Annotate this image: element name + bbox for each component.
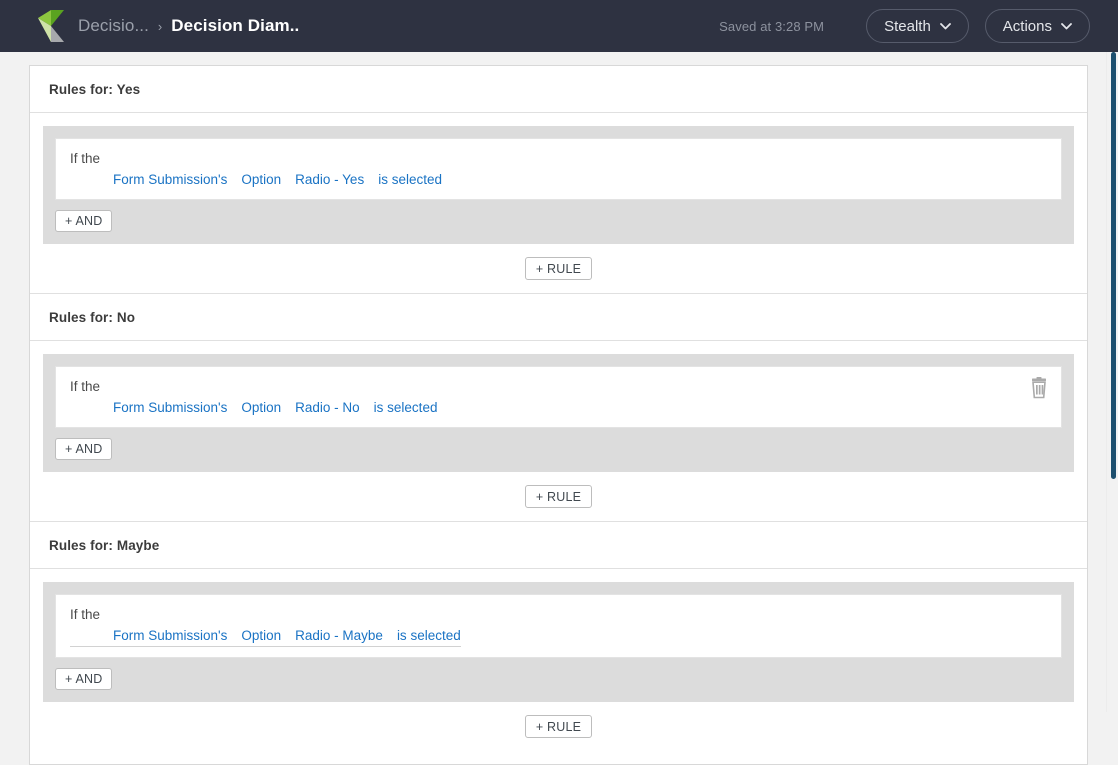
breadcrumb-current-page: Decision Diam..: [171, 16, 300, 35]
top-bar: Decisio... › Decision Diam.. Saved at 3:…: [0, 0, 1118, 52]
rules-section-no: Rules for: No If the Form Submission's Op…: [30, 293, 1087, 521]
condition-entity-link[interactable]: Form Submission's: [113, 628, 227, 643]
rule-card: If the Form Submission's Option Radio - No…: [55, 366, 1062, 428]
condition-value-link[interactable]: Radio - No: [295, 400, 360, 415]
section-header-maybe: Rules for: Maybe: [30, 522, 1087, 569]
rule-block: If the Form Submission's Option Radio - Ma…: [43, 582, 1074, 702]
add-rule-button[interactable]: + RULE: [524, 485, 593, 508]
rule-footer: + RULE: [43, 244, 1074, 293]
condition-field-link[interactable]: Option: [241, 400, 281, 415]
rules-body-yes: If the Form Submission's Option Radio - Ye…: [30, 113, 1087, 293]
rule-footer: + RULE: [43, 472, 1074, 521]
rules-section-maybe: Rules for: Maybe If the Form Submission'…: [30, 521, 1087, 751]
add-and-condition-button[interactable]: + AND: [55, 668, 113, 690]
actions-dropdown-button[interactable]: Actions: [984, 9, 1090, 43]
condition-operator-link[interactable]: is selected: [397, 628, 461, 643]
rules-panel: Rules for: Yes If the Form Submission's O…: [29, 65, 1088, 765]
decisions-arrow-logo-icon[interactable]: [38, 10, 64, 42]
actions-button-label: Actions: [1002, 17, 1052, 35]
chevron-down-icon: [939, 22, 951, 30]
rule-card: If the Form Submission's Option Radio - Ye…: [55, 138, 1062, 200]
rule-card: If the Form Submission's Option Radio - Ma…: [55, 594, 1062, 658]
breadcrumb-parent-link[interactable]: Decisio...: [78, 16, 149, 36]
condition-field-link[interactable]: Option: [241, 628, 281, 643]
rules-body-maybe: If the Form Submission's Option Radio - Ma…: [30, 569, 1087, 751]
condition-field-link[interactable]: Option: [241, 172, 281, 187]
rule-block: If the Form Submission's Option Radio - No…: [43, 354, 1074, 472]
breadcrumb: Decisio... › Decision Diam..: [78, 16, 299, 36]
trash-icon[interactable]: [1029, 377, 1049, 399]
add-and-condition-button[interactable]: + AND: [55, 210, 113, 232]
section-title: Rules for: Yes: [49, 81, 141, 97]
condition-value-link[interactable]: Radio - Maybe: [295, 628, 383, 643]
section-title: Rules for: Maybe: [49, 537, 160, 553]
saved-status-text: Saved at 3:28 PM: [719, 18, 825, 34]
add-rule-button[interactable]: + RULE: [524, 715, 593, 738]
condition-operator-link[interactable]: is selected: [374, 400, 438, 415]
stealth-button-label: Stealth: [884, 17, 931, 35]
rules-section-yes: Rules for: Yes If the Form Submission's O…: [30, 66, 1087, 293]
condition-row: Form Submission's Option Radio - Maybe is s…: [70, 627, 461, 647]
chevron-down-icon: [1061, 22, 1072, 30]
page-scrollbar[interactable]: [1106, 52, 1118, 712]
if-the-label: If the: [70, 379, 101, 394]
breadcrumb-separator-icon: ›: [157, 18, 163, 34]
condition-entity-link[interactable]: Form Submission's: [113, 172, 227, 187]
condition-operator-link[interactable]: is selected: [378, 172, 442, 187]
section-title: Rules for: No: [49, 309, 136, 325]
add-rule-button[interactable]: + RULE: [524, 257, 593, 280]
condition-row: Form Submission's Option Radio - Yes is sel…: [70, 171, 442, 189]
if-the-label: If the: [70, 151, 101, 166]
scrollbar-thumb[interactable]: [1111, 52, 1116, 479]
add-and-condition-button[interactable]: + AND: [55, 438, 113, 460]
condition-entity-link[interactable]: Form Submission's: [113, 400, 227, 415]
top-bar-actions: Saved at 3:28 PM Stealth Actions: [719, 9, 1090, 43]
rule-footer: + RULE: [43, 702, 1074, 751]
rule-block: If the Form Submission's Option Radio - Ye…: [43, 126, 1074, 244]
stealth-dropdown-button[interactable]: Stealth: [866, 9, 969, 43]
condition-value-link[interactable]: Radio - Yes: [295, 172, 364, 187]
section-header-yes: Rules for: Yes: [30, 66, 1087, 113]
rules-body-no: If the Form Submission's Option Radio - No…: [30, 341, 1087, 521]
if-the-label: If the: [70, 607, 101, 622]
condition-row: Form Submission's Option Radio - No is sele…: [70, 399, 437, 417]
main-content: Rules for: Yes If the Form Submission's O…: [0, 52, 1118, 765]
section-header-no: Rules for: No: [30, 294, 1087, 341]
